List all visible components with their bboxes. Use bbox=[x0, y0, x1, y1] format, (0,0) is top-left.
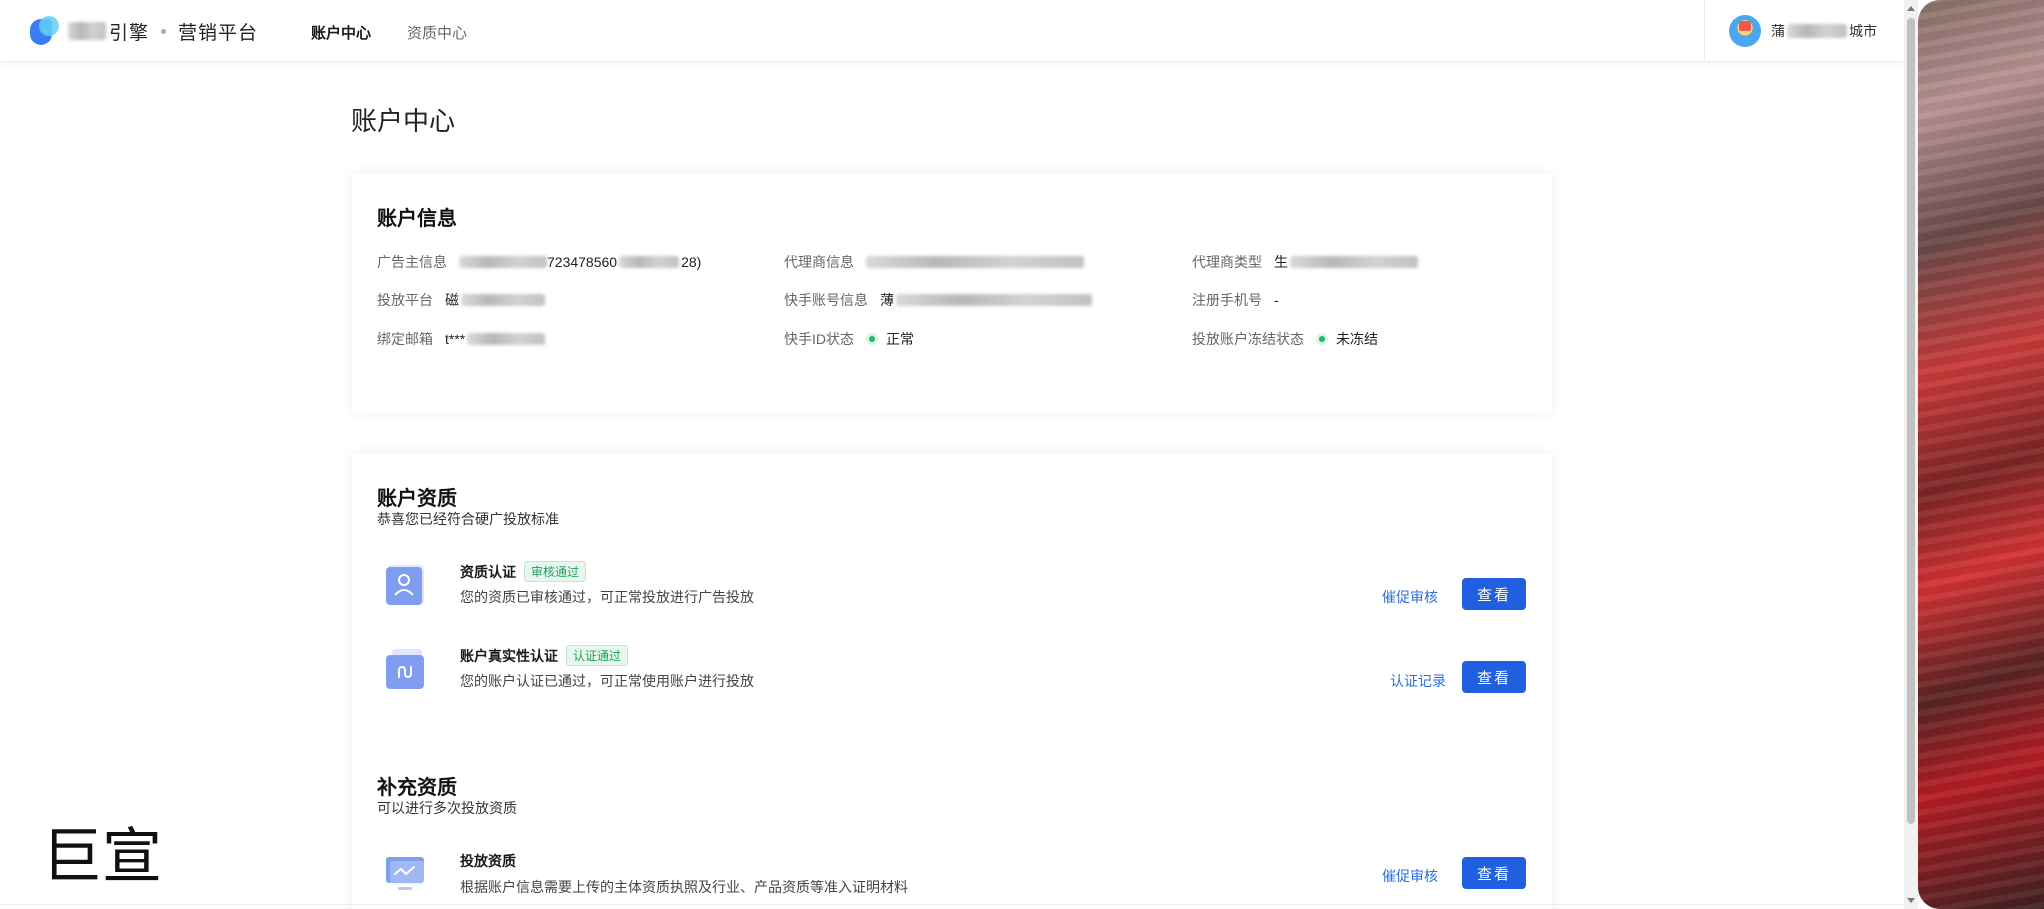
field-kuaishou-account: 快手账号信息 薄 bbox=[784, 290, 1092, 310]
account-info-title: 账户信息 bbox=[377, 208, 457, 230]
status-badge: 正常 bbox=[886, 331, 914, 347]
brand-name: 引擎 营销平台 bbox=[68, 18, 258, 45]
redacted-value bbox=[619, 256, 680, 268]
item-title: 资质认证 bbox=[460, 563, 516, 580]
status-badge: 认证通过 bbox=[566, 645, 629, 666]
redacted-value bbox=[896, 294, 1092, 306]
scroll-down-icon[interactable] bbox=[1907, 898, 1915, 903]
redacted-value bbox=[866, 256, 1084, 268]
nav-qualification-center[interactable]: 资质中心 bbox=[407, 22, 467, 43]
view-button[interactable]: 查看 bbox=[1462, 578, 1526, 610]
separator-dot bbox=[161, 28, 167, 34]
monitor-chart-icon bbox=[384, 853, 428, 897]
status-dot-icon bbox=[1316, 333, 1328, 345]
field-email: 绑定邮箱 t*** bbox=[377, 329, 546, 349]
status-badge: 未冻结 bbox=[1336, 331, 1378, 347]
field-agent: 代理商信息 bbox=[784, 252, 1084, 272]
item-description: 您的资质已审核通过，可正常投放进行广告投放 bbox=[460, 589, 754, 605]
auth-record-link[interactable]: 认证记录 bbox=[1390, 671, 1446, 691]
divider bbox=[0, 904, 1904, 905]
qualification-card: 账户资质 恭喜您已经符合硬广投放标准 资质认证 审核通过 您的资质已审核通过，可… bbox=[352, 453, 1552, 909]
status-badge: 审核通过 bbox=[524, 561, 587, 582]
item-description: 您的账户认证已通过，可正常使用账户进行投放 bbox=[460, 673, 754, 689]
folder-link-icon bbox=[384, 647, 428, 691]
field-phone: 注册手机号 - bbox=[1192, 292, 1279, 308]
logo-icon bbox=[30, 16, 60, 46]
account-qualification-title: 账户资质 bbox=[377, 488, 457, 510]
account-info-card: 账户信息 广告主信息 723478560 28) 代理商信息 代理商类型 生 投… bbox=[352, 173, 1552, 413]
wallpaper-image bbox=[1918, 0, 2044, 909]
app-window: 引擎 营销平台 账户中心 资质中心 蒲 城市 账户中心 账户信息 广告主信息 7… bbox=[0, 0, 1904, 909]
list-item: 账户真实性认证 认证通过 您的账户认证已通过，可正常使用账户进行投放 认证记录 … bbox=[352, 645, 1552, 715]
view-button[interactable]: 查看 bbox=[1462, 857, 1526, 889]
user-menu[interactable]: 蒲 城市 bbox=[1704, 0, 1877, 62]
supplementary-subtitle: 可以进行多次投放资质 bbox=[377, 800, 517, 816]
scrollbar-thumb[interactable] bbox=[1907, 18, 1915, 824]
account-qualification-subtitle: 恭喜您已经符合硬广投放标准 bbox=[377, 511, 559, 527]
scroll-up-icon[interactable] bbox=[1907, 6, 1915, 11]
nav-account-center[interactable]: 账户中心 bbox=[311, 22, 371, 43]
field-kuaishou-status: 快手ID状态 正常 bbox=[784, 331, 914, 347]
user-name-suffix: 城市 bbox=[1849, 23, 1877, 39]
redacted-user bbox=[1787, 24, 1847, 38]
urge-review-link[interactable]: 催促审核 bbox=[1382, 866, 1438, 886]
item-title: 账户真实性认证 bbox=[460, 647, 558, 664]
field-advertiser: 广告主信息 723478560 28) bbox=[377, 254, 702, 270]
list-item: 投放资质 根据账户信息需要上传的主体资质执照及行业、产品资质等准入证明材料 催促… bbox=[352, 851, 1552, 909]
item-description: 根据账户信息需要上传的主体资质执照及行业、产品资质等准入证明材料 bbox=[460, 879, 908, 895]
urge-review-link[interactable]: 催促审核 bbox=[1382, 587, 1438, 607]
list-item: 资质认证 审核通过 您的资质已审核通过，可正常投放进行广告投放 催促审核 查看 bbox=[352, 561, 1552, 631]
redacted-value bbox=[459, 256, 547, 268]
user-name: 蒲 城市 bbox=[1771, 23, 1877, 39]
page-title: 账户中心 bbox=[351, 106, 456, 136]
supplementary-title: 补充资质 bbox=[377, 777, 457, 799]
redacted-value bbox=[461, 294, 545, 306]
watermark-text: 巨宣 bbox=[42, 822, 162, 892]
redacted-brand bbox=[68, 22, 106, 40]
top-navbar: 引擎 营销平台 账户中心 资质中心 蒲 城市 bbox=[0, 0, 1904, 62]
background-photo bbox=[1918, 0, 2044, 909]
field-agent-type: 代理商类型 生 bbox=[1192, 252, 1418, 272]
user-card-icon bbox=[384, 563, 428, 607]
status-dot-icon bbox=[866, 333, 878, 345]
page: 引擎 营销平台 账户中心 资质中心 蒲 城市 账户中心 账户信息 广告主信息 7… bbox=[0, 0, 2044, 909]
brand-suffix: 引擎 bbox=[109, 22, 150, 44]
view-button[interactable]: 查看 bbox=[1462, 661, 1526, 693]
avatar bbox=[1729, 15, 1761, 47]
redacted-value bbox=[1290, 256, 1418, 268]
brand-logo[interactable]: 引擎 营销平台 bbox=[30, 14, 258, 48]
platform-name: 营销平台 bbox=[178, 22, 259, 44]
field-freeze-status: 投放账户冻结状态 未冻结 bbox=[1192, 331, 1378, 347]
item-title: 投放资质 bbox=[460, 853, 516, 869]
vertical-scrollbar[interactable] bbox=[1904, 0, 1918, 909]
redacted-value bbox=[467, 333, 546, 345]
field-platform: 投放平台 磁 bbox=[377, 290, 545, 310]
